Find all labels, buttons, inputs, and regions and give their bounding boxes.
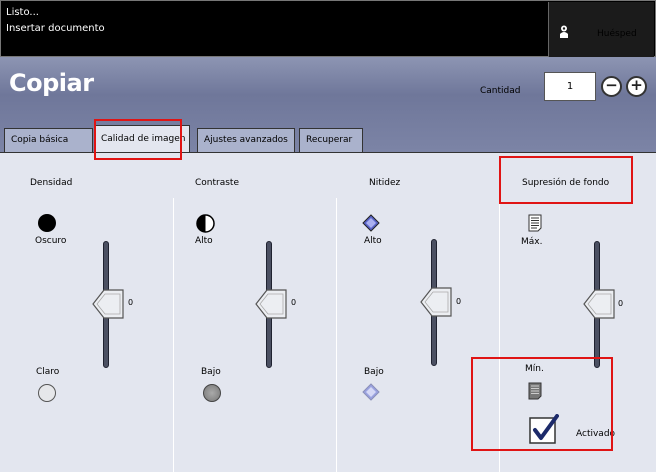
- decrement-button[interactable]: −: [601, 76, 622, 97]
- density-value: 0: [128, 298, 134, 307]
- guest-button[interactable]: Huésped: [548, 2, 654, 57]
- light-circle-icon: [38, 384, 56, 402]
- contrast-top-label: Alto: [195, 236, 213, 246]
- grey-circle-icon: [203, 384, 221, 402]
- contrast-bottom-label: Bajo: [201, 367, 221, 377]
- column-divider: [173, 198, 174, 473]
- contrast-high-icon: [196, 214, 215, 233]
- person-icon: [560, 25, 568, 38]
- tab-recuperar[interactable]: Recuperar: [299, 128, 363, 152]
- document-max-icon: [528, 214, 542, 232]
- tab-ajustes-avanzados[interactable]: Ajustes avanzados: [197, 128, 295, 152]
- density-slider-handle[interactable]: [92, 289, 124, 319]
- sharpness-slider-handle[interactable]: [420, 287, 452, 317]
- dark-circle-icon: [38, 214, 56, 232]
- tab-copia-basica[interactable]: Copia básica: [4, 128, 93, 152]
- status-bar: Listo... Insertar documento Huésped: [0, 0, 656, 57]
- highlight-tab: [94, 119, 182, 160]
- background-top-label: Máx.: [521, 237, 543, 247]
- soft-diamond-icon: [362, 383, 380, 401]
- column-divider: [336, 198, 337, 473]
- background-value: 0: [618, 299, 624, 308]
- quantity-label: Cantidad: [480, 86, 521, 96]
- background-slider-handle[interactable]: [583, 289, 615, 319]
- status-instruction: Insertar documento: [6, 23, 105, 34]
- status-message: Listo...: [6, 7, 39, 18]
- sharpness-value: 0: [456, 297, 462, 306]
- highlight-checkbox: [471, 357, 613, 451]
- quantity-input[interactable]: 1: [544, 72, 596, 101]
- sharpness-bottom-label: Bajo: [364, 367, 384, 377]
- guest-label: Huésped: [597, 29, 637, 39]
- sharpness-top-label: Alto: [364, 236, 382, 246]
- contrast-slider-handle[interactable]: [255, 289, 287, 319]
- sharp-diamond-icon: [362, 214, 380, 232]
- density-title: Densidad: [30, 178, 73, 188]
- increment-button[interactable]: +: [626, 76, 647, 97]
- highlight-title: [499, 156, 633, 204]
- contrast-title: Contraste: [195, 178, 239, 188]
- density-bottom-label: Claro: [36, 367, 60, 377]
- page-title: Copiar: [9, 69, 94, 97]
- density-top-label: Oscuro: [35, 236, 67, 246]
- sharpness-title: Nitidez: [369, 178, 401, 188]
- contrast-value: 0: [291, 298, 297, 307]
